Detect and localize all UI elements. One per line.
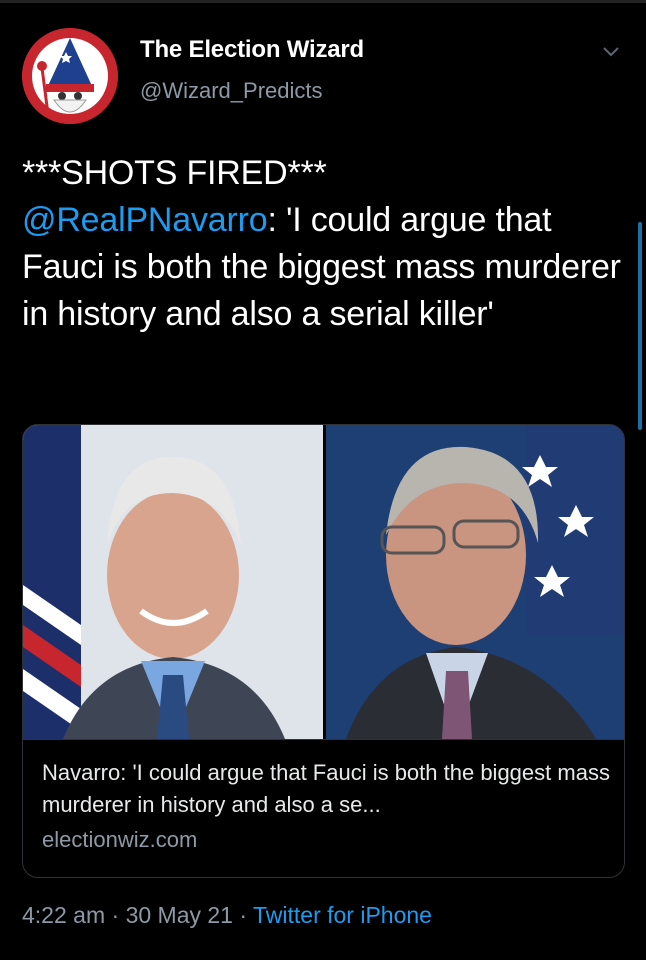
photo-fauci bbox=[326, 425, 624, 739]
wizard-avatar-icon bbox=[22, 28, 118, 124]
tweet-meta: 4:22 am · 30 May 21 · Twitter for iPhone bbox=[22, 902, 432, 929]
portrait-left bbox=[23, 425, 323, 739]
scrollbar[interactable] bbox=[638, 222, 642, 430]
chevron-down-icon[interactable] bbox=[600, 40, 622, 62]
mention-link[interactable]: @RealPNavarro bbox=[22, 201, 268, 239]
display-name[interactable]: The Election Wizard bbox=[140, 36, 364, 64]
user-handle[interactable]: @Wizard_Predicts bbox=[140, 78, 364, 104]
tweet-headline: ***SHOTS FIRED*** bbox=[22, 154, 327, 192]
card-domain[interactable]: electionwiz.com bbox=[42, 827, 612, 853]
photo-navarro bbox=[23, 425, 323, 739]
card-divider bbox=[23, 739, 624, 740]
tweet-time[interactable]: 4:22 am bbox=[22, 902, 105, 928]
top-border bbox=[0, 0, 646, 3]
portrait-right bbox=[326, 425, 624, 739]
tweet-text: ***SHOTS FIRED*** @RealPNavarro: 'I coul… bbox=[22, 150, 622, 338]
card-image[interactable] bbox=[23, 425, 624, 739]
tweet-date[interactable]: 30 May 21 bbox=[126, 902, 233, 928]
tweet-header: The Election Wizard @Wizard_Predicts bbox=[22, 22, 626, 124]
avatar[interactable] bbox=[22, 28, 118, 124]
tweet-body: @RealPNavarro: 'I could argue that Fauci… bbox=[22, 197, 622, 338]
link-card[interactable]: Navarro: 'I could argue that Fauci is bo… bbox=[22, 424, 625, 878]
tweet-source[interactable]: Twitter for iPhone bbox=[253, 902, 432, 928]
meta-separator: · bbox=[105, 902, 126, 928]
card-title[interactable]: Navarro: 'I could argue that Fauci is bo… bbox=[42, 757, 612, 821]
meta-separator: · bbox=[232, 902, 253, 928]
